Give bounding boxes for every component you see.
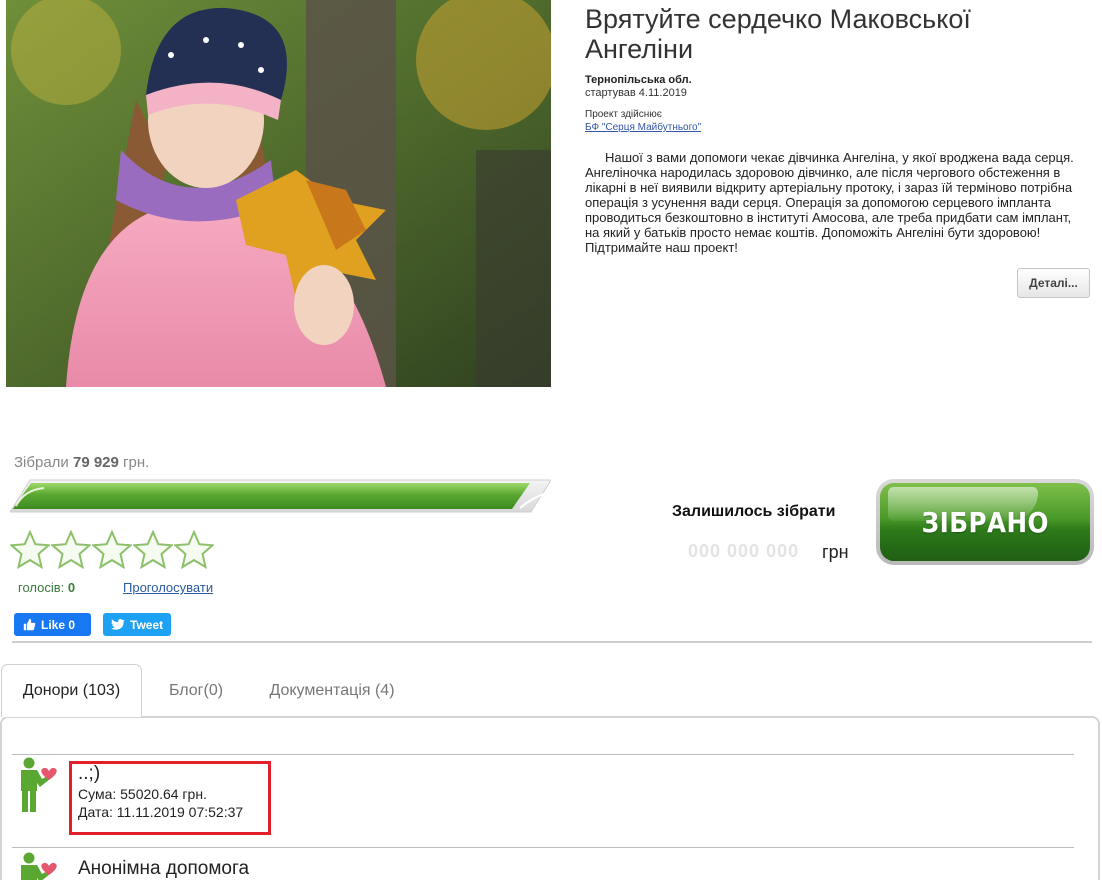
votes-number: 0 — [67, 580, 76, 595]
donor-name: Анонімна допомога — [78, 858, 250, 879]
highlight-box — [69, 761, 271, 835]
tab-documentation[interactable]: Документація (4) — [252, 664, 412, 717]
twitter-bird-icon — [111, 618, 125, 630]
twitter-tweet-label: Tweet — [130, 617, 164, 632]
implements-label: Проект здійснює — [585, 109, 662, 120]
collected-unit: грн. — [123, 454, 150, 471]
star-icon[interactable] — [174, 530, 214, 570]
remaining-amount: 000 000 000 — [688, 541, 800, 561]
donor-heart-icon — [21, 757, 57, 812]
vote-link[interactable]: Проголосувати — [123, 580, 213, 595]
progress-fill — [13, 483, 530, 509]
votes-count: голосів: 0 — [18, 580, 75, 595]
divider — [12, 641, 1092, 643]
donor-heart-icon — [21, 852, 57, 880]
rating-stars[interactable] — [10, 530, 214, 570]
thumbs-up-icon — [23, 618, 36, 631]
twitter-tweet-button[interactable]: Tweet — [103, 613, 171, 636]
remaining-unit: грн — [822, 542, 849, 562]
project-photo — [6, 0, 551, 387]
tab-blog[interactable]: Блог(0) — [155, 664, 237, 717]
star-icon[interactable] — [10, 530, 50, 570]
project-title: Врятуйте сердечко Маковської Ангеліни — [585, 4, 971, 64]
collected-status-button[interactable]: ЗІБРАНО — [876, 479, 1094, 565]
progress-bar — [9, 478, 552, 514]
project-region: Тернопільська обл. — [585, 74, 692, 86]
votes-label: голосів: — [18, 580, 65, 595]
collected-amount: 79 929 — [72, 454, 119, 471]
divider — [12, 847, 1074, 848]
collected-summary: Зібрали 79 929 грн. — [14, 454, 149, 471]
star-icon[interactable] — [133, 530, 173, 570]
organization-link[interactable]: БФ "Серця Майбутнього" — [585, 122, 701, 133]
divider — [12, 754, 1074, 755]
star-icon[interactable] — [51, 530, 91, 570]
project-description: Нашої з вами допомоги чекає дівчинка Анг… — [585, 150, 1074, 255]
tab-donors[interactable]: Донори (103) — [1, 664, 142, 717]
project-start-date: стартував 4.11.2019 — [585, 87, 687, 99]
collected-label: Зібрали — [14, 454, 69, 471]
facebook-like-label: Like 0 — [41, 617, 76, 632]
details-button[interactable]: Деталі... — [1017, 268, 1090, 298]
facebook-like-button[interactable]: Like 0 — [14, 613, 91, 636]
star-icon[interactable] — [92, 530, 132, 570]
remaining-label: Залишилось зібрати — [672, 503, 836, 520]
collected-status-label: ЗІБРАНО — [921, 505, 1049, 539]
